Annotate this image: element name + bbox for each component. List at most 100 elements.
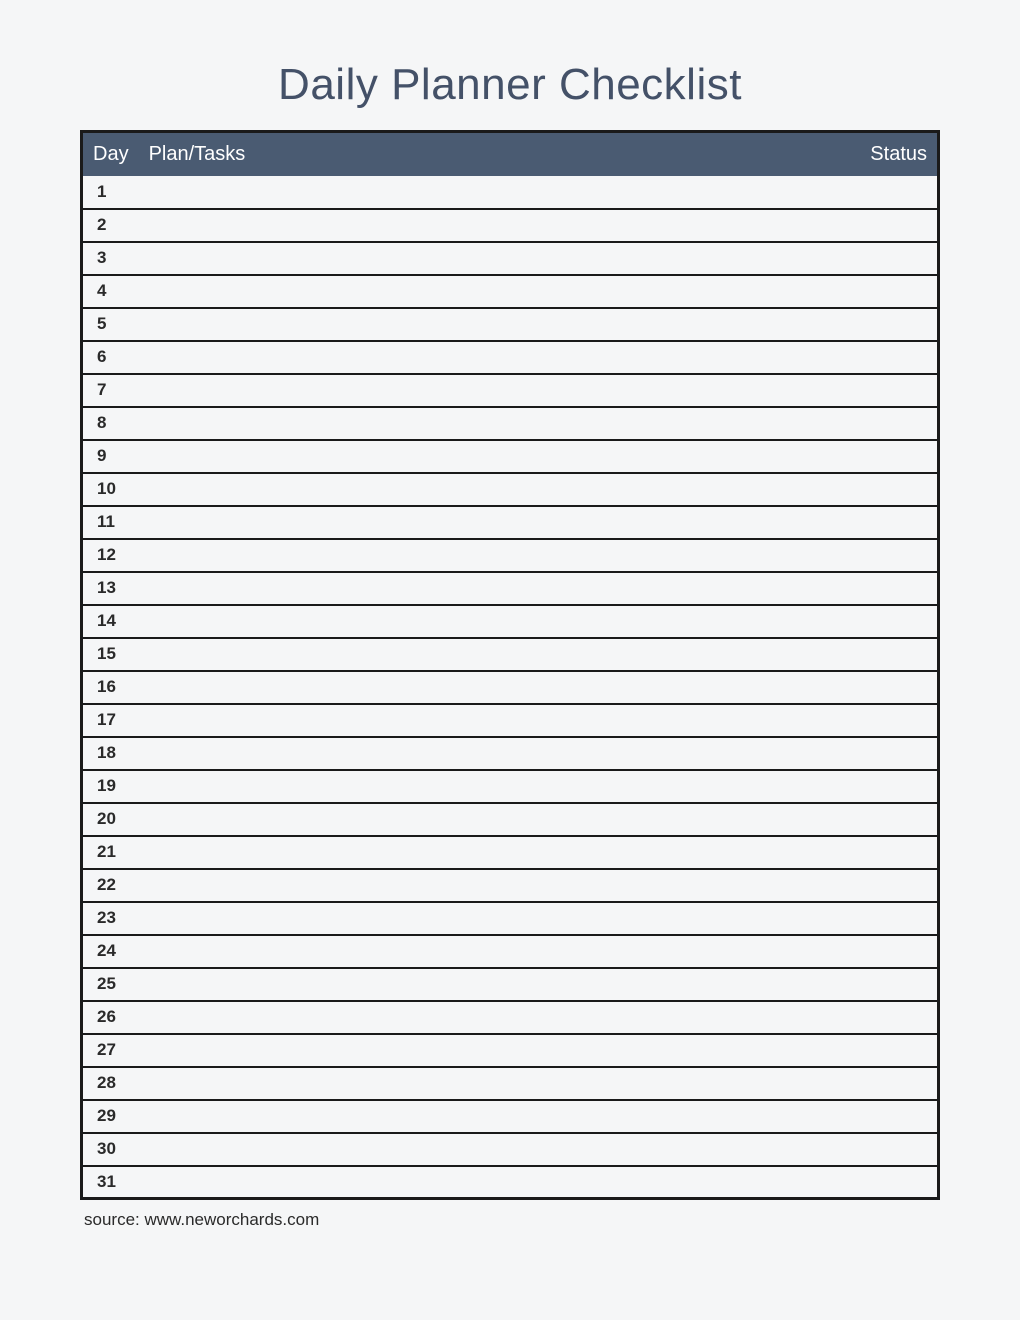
table-row: 2 xyxy=(82,209,939,242)
table-row: 28 xyxy=(82,1067,939,1100)
table-row: 30 xyxy=(82,1133,939,1166)
cell-plan xyxy=(139,902,849,935)
cell-plan xyxy=(139,1067,849,1100)
cell-status xyxy=(849,836,939,869)
cell-status xyxy=(849,1067,939,1100)
cell-day: 29 xyxy=(82,1100,139,1133)
table-row: 20 xyxy=(82,803,939,836)
table-row: 5 xyxy=(82,308,939,341)
cell-plan xyxy=(139,275,849,308)
table-row: 16 xyxy=(82,671,939,704)
cell-plan xyxy=(139,869,849,902)
cell-day: 5 xyxy=(82,308,139,341)
cell-status xyxy=(849,638,939,671)
cell-day: 18 xyxy=(82,737,139,770)
header-status: Status xyxy=(849,132,939,176)
cell-status xyxy=(849,968,939,1001)
table-row: 25 xyxy=(82,968,939,1001)
cell-day: 28 xyxy=(82,1067,139,1100)
table-row: 15 xyxy=(82,638,939,671)
cell-status xyxy=(849,737,939,770)
cell-status xyxy=(849,1133,939,1166)
cell-day: 7 xyxy=(82,374,139,407)
cell-day: 26 xyxy=(82,1001,139,1034)
cell-status xyxy=(849,935,939,968)
cell-day: 12 xyxy=(82,539,139,572)
table-row: 29 xyxy=(82,1100,939,1133)
table-row: 22 xyxy=(82,869,939,902)
table-row: 3 xyxy=(82,242,939,275)
cell-day: 17 xyxy=(82,704,139,737)
cell-status xyxy=(849,275,939,308)
table-row: 26 xyxy=(82,1001,939,1034)
cell-day: 23 xyxy=(82,902,139,935)
cell-plan xyxy=(139,506,849,539)
cell-day: 6 xyxy=(82,341,139,374)
cell-plan xyxy=(139,836,849,869)
cell-day: 8 xyxy=(82,407,139,440)
cell-day: 24 xyxy=(82,935,139,968)
cell-plan xyxy=(139,209,849,242)
cell-status xyxy=(849,242,939,275)
cell-plan xyxy=(139,572,849,605)
cell-day: 31 xyxy=(82,1166,139,1199)
cell-status xyxy=(849,803,939,836)
page-title: Daily Planner Checklist xyxy=(80,60,940,110)
cell-status xyxy=(849,572,939,605)
cell-plan xyxy=(139,1034,849,1067)
cell-day: 4 xyxy=(82,275,139,308)
cell-status xyxy=(849,1001,939,1034)
cell-status xyxy=(849,341,939,374)
table-row: 14 xyxy=(82,605,939,638)
cell-status xyxy=(849,209,939,242)
cell-plan xyxy=(139,968,849,1001)
cell-status xyxy=(849,473,939,506)
cell-plan xyxy=(139,539,849,572)
cell-plan xyxy=(139,803,849,836)
table-row: 12 xyxy=(82,539,939,572)
cell-plan xyxy=(139,242,849,275)
cell-status xyxy=(849,704,939,737)
cell-status xyxy=(849,869,939,902)
table-row: 23 xyxy=(82,902,939,935)
cell-status xyxy=(849,374,939,407)
cell-plan xyxy=(139,1133,849,1166)
cell-plan xyxy=(139,440,849,473)
cell-status xyxy=(849,605,939,638)
cell-day: 10 xyxy=(82,473,139,506)
cell-status xyxy=(849,440,939,473)
cell-plan xyxy=(139,407,849,440)
cell-plan xyxy=(139,1166,849,1199)
cell-day: 22 xyxy=(82,869,139,902)
cell-plan xyxy=(139,176,849,209)
cell-plan xyxy=(139,605,849,638)
header-plan: Plan/Tasks xyxy=(139,132,849,176)
cell-plan xyxy=(139,1100,849,1133)
cell-status xyxy=(849,902,939,935)
cell-plan xyxy=(139,374,849,407)
cell-day: 1 xyxy=(82,176,139,209)
cell-day: 13 xyxy=(82,572,139,605)
cell-plan xyxy=(139,704,849,737)
table-row: 6 xyxy=(82,341,939,374)
cell-status xyxy=(849,539,939,572)
table-row: 21 xyxy=(82,836,939,869)
cell-plan xyxy=(139,341,849,374)
cell-status xyxy=(849,407,939,440)
cell-plan xyxy=(139,737,849,770)
cell-day: 25 xyxy=(82,968,139,1001)
cell-status xyxy=(849,1166,939,1199)
cell-status xyxy=(849,671,939,704)
cell-day: 20 xyxy=(82,803,139,836)
table-row: 8 xyxy=(82,407,939,440)
header-day: Day xyxy=(82,132,139,176)
cell-day: 19 xyxy=(82,770,139,803)
cell-status xyxy=(849,176,939,209)
cell-status xyxy=(849,770,939,803)
table-row: 17 xyxy=(82,704,939,737)
planner-table: Day Plan/Tasks Status 123456789101112131… xyxy=(80,130,940,1200)
table-row: 9 xyxy=(82,440,939,473)
cell-day: 15 xyxy=(82,638,139,671)
table-row: 4 xyxy=(82,275,939,308)
table-row: 31 xyxy=(82,1166,939,1199)
